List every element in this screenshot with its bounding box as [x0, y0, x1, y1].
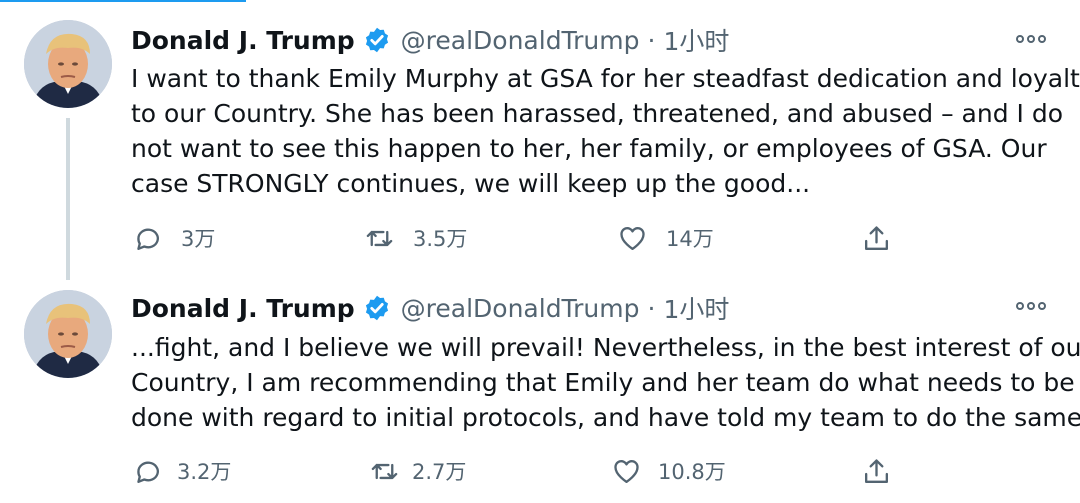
share-button[interactable]	[861, 218, 892, 258]
tweet-actions: 3.2万 2.7万 10.8万	[0, 451, 1080, 491]
tweet-timestamp[interactable]: 1小时	[663, 22, 729, 58]
author-name[interactable]: Donald J. Trump	[131, 294, 355, 323]
tweet-text: ...fight, and I believe we will prevail!…	[131, 330, 1080, 435]
more-options-icon[interactable]	[1016, 301, 1046, 311]
tweet-header: Donald J. Trump @realDonaldTrump · 1小时	[131, 290, 729, 326]
reply-icon	[137, 461, 159, 483]
avatar[interactable]	[24, 290, 112, 378]
verified-badge-icon	[365, 27, 388, 53]
like-count: 14万	[666, 227, 714, 251]
retweet-button[interactable]: 2.7万	[369, 451, 466, 491]
header-separator: ·	[647, 25, 656, 55]
more-options-icon[interactable]	[1016, 34, 1046, 44]
reply-count: 3万	[181, 227, 216, 251]
author-handle[interactable]: @realDonaldTrump	[401, 26, 640, 55]
author-handle[interactable]: @realDonaldTrump	[401, 294, 640, 323]
retweet-button[interactable]: 3.5万	[364, 218, 467, 258]
tweet-text-line: not want to see this happen to her, her …	[131, 134, 1047, 163]
avatar-portrait-icon	[24, 20, 112, 108]
tweet-actions: 3万 3.5万 14万	[0, 218, 1080, 258]
avatar-portrait-icon	[24, 290, 112, 378]
retweet-count: 3.5万	[413, 227, 468, 251]
like-button[interactable]: 14万	[617, 218, 714, 258]
heart-icon	[614, 459, 639, 483]
reply-button[interactable]: 3万	[132, 218, 215, 258]
author-name[interactable]: Donald J. Trump	[131, 26, 355, 55]
like-button[interactable]: 10.8万	[611, 451, 726, 491]
tweet-text: I want to thank Emily Murphy at GSA for …	[131, 61, 1080, 201]
tweet-text-line: done with regard to initial protocols, a…	[131, 403, 1080, 432]
tweet-timestamp[interactable]: 1小时	[663, 290, 729, 326]
like-count: 10.8万	[658, 460, 726, 484]
avatar[interactable]	[24, 20, 112, 108]
tweet-text-line: I want to thank Emily Murphy at GSA for …	[131, 64, 1080, 93]
share-icon	[865, 458, 888, 483]
tweet-text-line: to our Country. She has been harassed, t…	[131, 99, 1064, 128]
tweet-header: Donald J. Trump @realDonaldTrump · 1小时	[131, 22, 729, 58]
tweet-text-line: ...fight, and I believe we will prevail!…	[131, 333, 1080, 362]
reply-button[interactable]: 3.2万	[132, 451, 231, 491]
share-icon	[865, 225, 888, 250]
reply-icon	[137, 228, 159, 250]
tweet[interactable]: Donald J. Trump @realDonaldTrump · 1小时 I…	[0, 0, 1080, 280]
reply-count: 3.2万	[177, 460, 232, 484]
tweet-text-line: Country, I am recommending that Emily an…	[131, 368, 1075, 397]
tweet-text-line: case STRONGLY continues, we will keep up…	[131, 169, 811, 198]
retweet-icon	[366, 230, 393, 246]
share-button[interactable]	[861, 451, 892, 491]
verified-badge-icon	[365, 295, 388, 321]
heart-icon	[620, 226, 645, 250]
retweet-icon	[371, 463, 398, 479]
header-separator: ·	[647, 293, 656, 323]
retweet-count: 2.7万	[412, 460, 467, 484]
